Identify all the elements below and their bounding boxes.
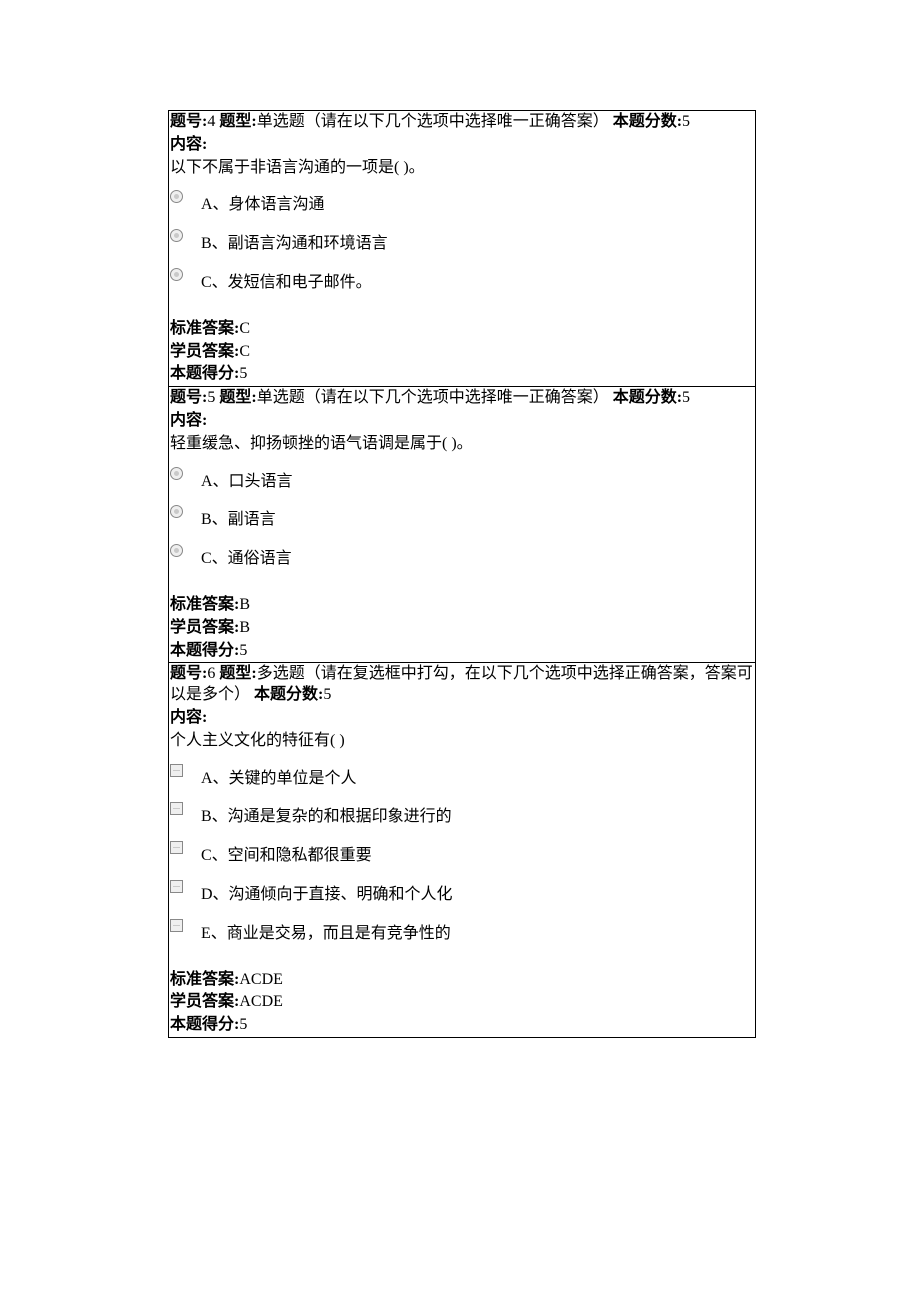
option-text: D、沟通倾向于直接、明确和个人化 <box>201 879 453 906</box>
option-row: A、口头语言 <box>169 464 755 495</box>
option-row: B、副语言 <box>169 502 755 533</box>
student-answer-line: 学员答案:ACDE <box>169 991 755 1014</box>
question-block: 题号:5 题型:单选题（请在以下几个选项中选择唯一正确答案） 本题分数:5内容:… <box>168 386 756 662</box>
quiz-container: 题号:4 题型:单选题（请在以下几个选项中选择唯一正确答案） 本题分数:5内容:… <box>168 110 756 1038</box>
option-text: B、副语言 <box>201 504 276 531</box>
label-qscore: 本题分数: <box>609 389 682 406</box>
question-prompt: 以下不属于非语言沟通的一项是( )。 <box>169 157 755 180</box>
standard-answer-label: 标准答案: <box>170 320 239 337</box>
question-header: 题号:5 题型:单选题（请在以下几个选项中选择唯一正确答案） 本题分数:5 <box>169 387 755 410</box>
student-answer-value: B <box>239 619 250 636</box>
checkbox-icon[interactable] <box>170 802 183 815</box>
student-answer-label: 学员答案: <box>170 619 239 636</box>
option-row: E、商业是交易，而且是有竞争性的 <box>169 916 755 947</box>
label-qtype: 题型: <box>215 389 256 406</box>
question-prompt: 轻重缓急、抑扬顿挫的语气语调是属于( )。 <box>169 433 755 456</box>
label-qtype: 题型: <box>215 665 256 682</box>
radio-icon[interactable] <box>170 544 183 557</box>
standard-answer-value: B <box>239 596 250 613</box>
question-type: 单选题（请在以下几个选项中选择唯一正确答案） <box>257 389 609 406</box>
option-row: B、副语言沟通和环境语言 <box>169 226 755 257</box>
option-text: A、关键的单位是个人 <box>201 763 357 790</box>
option-row: A、关键的单位是个人 <box>169 761 755 792</box>
label-qnum: 题号: <box>170 389 207 406</box>
student-answer-label: 学员答案: <box>170 993 239 1010</box>
got-score-label: 本题得分: <box>170 365 239 382</box>
student-answer-label: 学员答案: <box>170 343 239 360</box>
student-answer-line: 学员答案:C <box>169 341 755 364</box>
student-answer-value: C <box>239 343 250 360</box>
option-text: E、商业是交易，而且是有竞争性的 <box>201 918 451 945</box>
standard-answer-label: 标准答案: <box>170 596 239 613</box>
option-text: A、口头语言 <box>201 466 293 493</box>
option-row: B、沟通是复杂的和根据印象进行的 <box>169 799 755 830</box>
label-qscore: 本题分数: <box>609 113 682 130</box>
student-answer-line: 学员答案:B <box>169 617 755 640</box>
got-score-line: 本题得分:5 <box>169 640 755 663</box>
standard-answer-line: 标准答案:C <box>169 318 755 341</box>
option-row: C、空间和隐私都很重要 <box>169 838 755 869</box>
got-score-label: 本题得分: <box>170 642 239 659</box>
radio-icon[interactable] <box>170 229 183 242</box>
option-row: C、通俗语言 <box>169 541 755 572</box>
got-score-line: 本题得分:5 <box>169 1014 755 1037</box>
question-prompt: 个人主义文化的特征有( ) <box>169 730 755 753</box>
student-answer-value: ACDE <box>239 993 283 1010</box>
got-score-line: 本题得分:5 <box>169 363 755 386</box>
option-row: C、发短信和电子邮件。 <box>169 265 755 296</box>
standard-answer-line: 标准答案:ACDE <box>169 969 755 992</box>
question-block: 题号:6 题型:多选题（请在复选框中打勾，在以下几个选项中选择正确答案，答案可以… <box>168 662 756 1038</box>
content-label: 内容: <box>169 134 755 157</box>
content-label: 内容: <box>169 707 755 730</box>
label-qnum: 题号: <box>170 113 207 130</box>
got-score-value: 5 <box>239 642 247 659</box>
option-text: B、沟通是复杂的和根据印象进行的 <box>201 801 452 828</box>
label-qscore: 本题分数: <box>250 686 323 703</box>
question-score: 5 <box>682 113 690 130</box>
question-score: 5 <box>682 389 690 406</box>
checkbox-icon[interactable] <box>170 764 183 777</box>
radio-icon[interactable] <box>170 190 183 203</box>
got-score-value: 5 <box>239 365 247 382</box>
option-text: B、副语言沟通和环境语言 <box>201 228 388 255</box>
option-text: A、身体语言沟通 <box>201 189 325 216</box>
got-score-value: 5 <box>239 1016 247 1033</box>
checkbox-icon[interactable] <box>170 919 183 932</box>
question-header: 题号:6 题型:多选题（请在复选框中打勾，在以下几个选项中选择正确答案，答案可以… <box>169 663 755 707</box>
option-text: C、通俗语言 <box>201 543 292 570</box>
got-score-label: 本题得分: <box>170 1016 239 1033</box>
radio-icon[interactable] <box>170 467 183 480</box>
standard-answer-value: ACDE <box>239 971 283 988</box>
question-type: 单选题（请在以下几个选项中选择唯一正确答案） <box>257 113 609 130</box>
question-header: 题号:4 题型:单选题（请在以下几个选项中选择唯一正确答案） 本题分数:5 <box>169 111 755 134</box>
standard-answer-label: 标准答案: <box>170 971 239 988</box>
radio-icon[interactable] <box>170 505 183 518</box>
label-qnum: 题号: <box>170 665 207 682</box>
option-row: D、沟通倾向于直接、明确和个人化 <box>169 877 755 908</box>
checkbox-icon[interactable] <box>170 841 183 854</box>
option-text: C、发短信和电子邮件。 <box>201 267 372 294</box>
label-qtype: 题型: <box>215 113 256 130</box>
option-text: C、空间和隐私都很重要 <box>201 840 372 867</box>
standard-answer-value: C <box>239 320 250 337</box>
content-label: 内容: <box>169 410 755 433</box>
option-row: A、身体语言沟通 <box>169 187 755 218</box>
question-block: 题号:4 题型:单选题（请在以下几个选项中选择唯一正确答案） 本题分数:5内容:… <box>168 110 756 386</box>
checkbox-icon[interactable] <box>170 880 183 893</box>
standard-answer-line: 标准答案:B <box>169 594 755 617</box>
question-score: 5 <box>323 686 331 703</box>
radio-icon[interactable] <box>170 268 183 281</box>
